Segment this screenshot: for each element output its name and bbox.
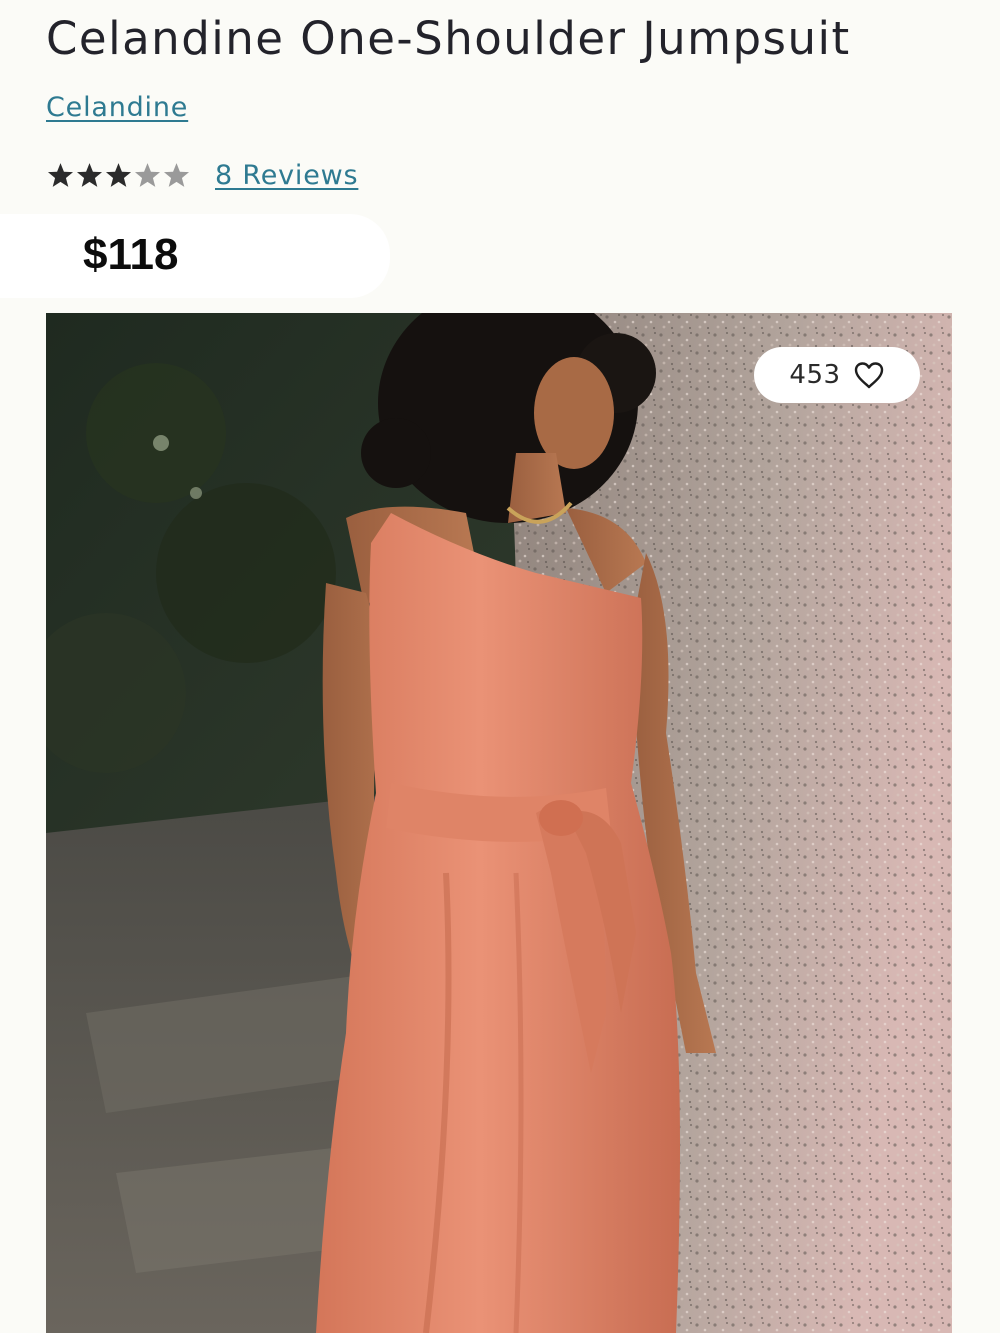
brand-link[interactable]: Celandine [46, 92, 188, 123]
star-icon [76, 163, 103, 187]
likes-button[interactable]: 453 [754, 347, 920, 403]
product-title: Celandine One-Shoulder Jumpsuit [46, 12, 851, 65]
product-image[interactable] [46, 313, 952, 1333]
price-container: $118 [0, 214, 390, 298]
product-price: $118 [83, 230, 179, 279]
star-icon [47, 163, 74, 187]
reviews-link[interactable]: 8 Reviews [215, 160, 358, 191]
heart-icon [854, 362, 883, 389]
star-icon [134, 163, 161, 187]
rating-row: 8 Reviews [46, 155, 358, 195]
star-icon [163, 163, 190, 187]
star-rating [46, 162, 191, 188]
star-icon [105, 163, 132, 187]
product-page: Celandine One-Shoulder Jumpsuit Celandin… [0, 0, 1000, 1333]
likes-count: 453 [789, 360, 841, 390]
model-photo [46, 313, 952, 1333]
